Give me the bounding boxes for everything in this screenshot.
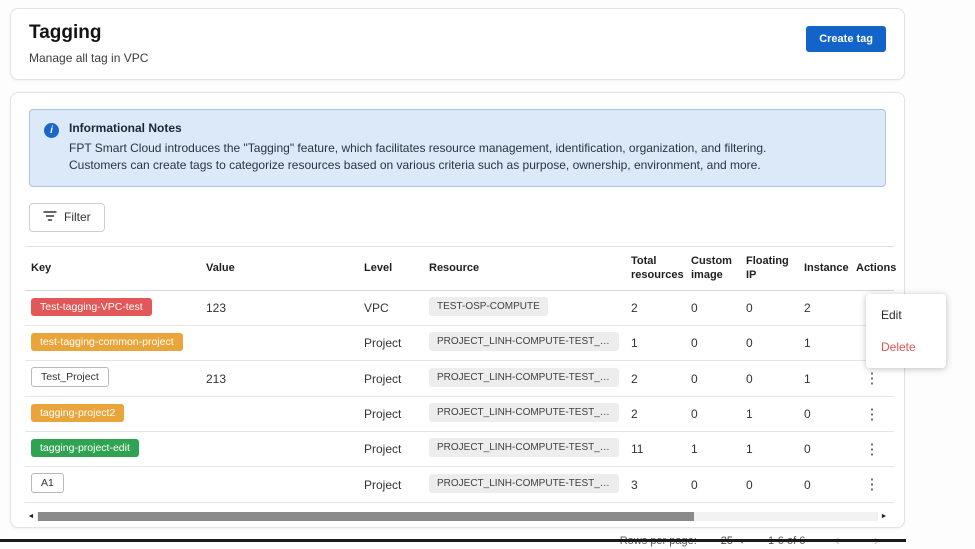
cell-level: Project <box>358 397 423 432</box>
cell-value <box>200 467 358 503</box>
cell-level: Project <box>358 326 423 361</box>
cell-total-resources: 3 <box>625 467 685 503</box>
page-header-text: Tagging Manage all tag in VPC <box>29 22 148 65</box>
cell-value: 213 <box>200 361 358 397</box>
cell-custom-image: 0 <box>685 361 740 397</box>
menu-item-edit[interactable]: Edit <box>866 299 946 331</box>
resource-chip: PROJECT_LINH-COMPUTE-TEST_DEFAULT <box>429 438 619 457</box>
cell-instance: 0 <box>798 467 850 503</box>
cell-level: VPC <box>358 291 423 326</box>
cell-total-resources: 2 <box>625 291 685 326</box>
cell-floating-ip: 1 <box>740 432 798 467</box>
cell-total-resources: 2 <box>625 397 685 432</box>
column-header-value: Value <box>200 246 358 291</box>
cell-value <box>200 326 358 361</box>
info-banner-text: Informational Notes FPT Smart Cloud intr… <box>69 121 766 175</box>
table-row: test-tagging-common-project Project PROJ… <box>25 326 894 361</box>
column-header-floating-ip: Floating IP <box>740 246 798 291</box>
menu-item-delete[interactable]: Delete <box>866 331 946 363</box>
scrollbar-thumb[interactable] <box>38 512 694 521</box>
table-row: tagging-project-edit Project PROJECT_LIN… <box>25 432 894 467</box>
row-actions-button[interactable]: ⋮ <box>857 369 888 388</box>
kebab-menu-icon: ⋮ <box>865 406 880 423</box>
table-row: Test_Project 213 Project PROJECT_LINH-CO… <box>25 361 894 397</box>
table-header: Key Value Level Resource Total resources… <box>25 246 894 291</box>
tag-key-chip: Test-tagging-VPC-test <box>31 298 152 316</box>
row-actions-menu: Edit Delete <box>866 294 946 368</box>
cell-value <box>200 397 358 432</box>
column-header-key: Key <box>25 246 200 291</box>
scrollbar-track[interactable] <box>37 512 878 521</box>
tag-key-chip: tagging-project2 <box>31 404 124 422</box>
page-header: Tagging Manage all tag in VPC Create tag <box>10 8 905 80</box>
cell-custom-image: 1 <box>685 432 740 467</box>
column-header-instance: Instance <box>798 246 850 291</box>
resource-chip: PROJECT_LINH-COMPUTE-TEST_DEFAULT <box>429 368 619 387</box>
page-title: Tagging <box>29 22 148 44</box>
cell-value: 123 <box>200 291 358 326</box>
column-header-total-resources: Total resources <box>625 246 685 291</box>
tagging-page: Tagging Manage all tag in VPC Create tag… <box>0 0 975 542</box>
cell-floating-ip: 0 <box>740 326 798 361</box>
kebab-menu-icon: ⋮ <box>865 370 880 387</box>
filter-button-label: Filter <box>64 210 91 224</box>
column-header-actions: Actions <box>850 246 894 291</box>
filter-icon <box>43 210 57 225</box>
column-header-custom-image: Custom image <box>685 246 740 291</box>
cell-total-resources: 1 <box>625 326 685 361</box>
kebab-menu-icon: ⋮ <box>865 476 880 493</box>
create-tag-button[interactable]: Create tag <box>806 26 886 52</box>
filter-button[interactable]: Filter <box>29 203 105 232</box>
tag-key-chip: Test_Project <box>31 367 109 387</box>
info-banner-line-1: FPT Smart Cloud introduces the "Tagging"… <box>69 140 766 157</box>
cell-floating-ip: 0 <box>740 361 798 397</box>
row-actions-button[interactable]: ⋮ <box>857 475 888 494</box>
cell-custom-image: 0 <box>685 326 740 361</box>
tag-key-chip: test-tagging-common-project <box>31 333 183 351</box>
tag-key-chip: tagging-project-edit <box>31 439 139 457</box>
cell-floating-ip: 0 <box>740 467 798 503</box>
cell-level: Project <box>358 432 423 467</box>
tags-table: Key Value Level Resource Total resources… <box>25 246 894 504</box>
resource-chip: PROJECT_LINH-COMPUTE-TEST_DEFAULT <box>429 403 619 422</box>
page-subtitle: Manage all tag in VPC <box>29 51 148 65</box>
row-actions-button[interactable]: ⋮ <box>857 405 888 424</box>
info-banner-line-2: Customers can create tags to categorize … <box>69 157 766 174</box>
scroll-left-arrow-icon[interactable]: ◄ <box>25 513 37 520</box>
table-row: A1 Project PROJECT_LINH-COMPUTE-TEST_DEF… <box>25 467 894 503</box>
cell-total-resources: 11 <box>625 432 685 467</box>
resource-chip: PROJECT_LINH-COMPUTE-TEST_DEFAULT <box>429 474 619 493</box>
cell-floating-ip: 1 <box>740 397 798 432</box>
cell-instance: 1 <box>798 361 850 397</box>
info-banner-title: Informational Notes <box>69 121 766 135</box>
tag-key-chip: A1 <box>31 473 64 493</box>
cell-custom-image: 0 <box>685 291 740 326</box>
horizontal-scrollbar[interactable]: ◄ ► <box>25 511 890 521</box>
scroll-right-arrow-icon[interactable]: ► <box>878 513 890 520</box>
cell-level: Project <box>358 361 423 397</box>
cell-value <box>200 432 358 467</box>
cell-level: Project <box>358 467 423 503</box>
cell-instance: 0 <box>798 432 850 467</box>
cell-instance: 0 <box>798 397 850 432</box>
table-row: Test-tagging-VPC-test 123 VPC TEST-OSP-C… <box>25 291 894 326</box>
cell-floating-ip: 0 <box>740 291 798 326</box>
table-row: tagging-project2 Project PROJECT_LINH-CO… <box>25 397 894 432</box>
resource-chip: TEST-OSP-COMPUTE <box>429 297 548 316</box>
row-actions-button[interactable]: ⋮ <box>857 440 888 459</box>
cell-total-resources: 2 <box>625 361 685 397</box>
column-header-resource: Resource <box>423 246 625 291</box>
cell-instance: 1 <box>798 326 850 361</box>
info-banner: i Informational Notes FPT Smart Cloud in… <box>29 109 886 187</box>
cell-custom-image: 0 <box>685 397 740 432</box>
column-header-level: Level <box>358 246 423 291</box>
cell-instance: 2 <box>798 291 850 326</box>
kebab-menu-icon: ⋮ <box>865 441 880 458</box>
info-circle-icon: i <box>44 123 59 138</box>
cell-custom-image: 0 <box>685 467 740 503</box>
tagging-panel: i Informational Notes FPT Smart Cloud in… <box>10 92 905 528</box>
resource-chip: PROJECT_LINH-COMPUTE-TEST_DEFAULT <box>429 332 619 351</box>
